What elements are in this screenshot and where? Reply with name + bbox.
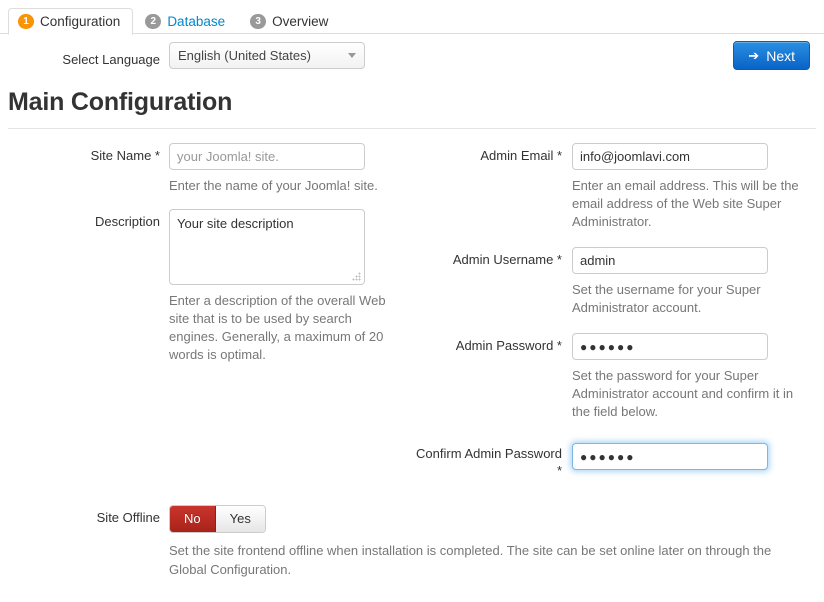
step-number-badge: 3	[250, 14, 267, 29]
title-divider	[8, 128, 816, 129]
description-textarea-wrapper	[169, 209, 365, 285]
field-site-name: Site Name * Enter the name of your Jooml…	[0, 143, 410, 195]
tab-database[interactable]: 2 Database	[135, 8, 238, 35]
confirm-admin-password-label: Confirm Admin Password *	[416, 446, 562, 478]
form-column-left: Site Name * Enter the name of your Jooml…	[0, 143, 410, 368]
description-label: Description	[94, 214, 160, 229]
tab-overview[interactable]: 3 Overview	[240, 8, 341, 35]
site-offline-help: Set the site frontend offline when insta…	[169, 543, 772, 577]
field-admin-username: Admin Username * Set the username for yo…	[410, 247, 824, 317]
installer-step-tabs: 1 Configuration 2 Database 3 Overview	[0, 0, 824, 35]
field-site-offline: Site Offline No Yes Set the site fronten…	[0, 505, 824, 579]
field-admin-password: Admin Password * Set the password for yo…	[410, 333, 824, 421]
site-offline-option-no[interactable]: No	[170, 506, 216, 532]
admin-email-label: Admin Email *	[480, 148, 562, 163]
admin-password-input[interactable]	[572, 333, 768, 360]
language-select[interactable]: English (United States)	[169, 42, 365, 69]
admin-username-input[interactable]	[572, 247, 768, 274]
step-number-badge: 2	[145, 14, 162, 29]
next-button[interactable]: ➔ Next	[733, 41, 810, 70]
site-name-label: Site Name *	[90, 148, 160, 163]
language-select-value: English (United States)	[178, 48, 311, 63]
toolbar: Select Language English (United States) …	[0, 34, 824, 80]
tab-label: Overview	[272, 14, 329, 29]
select-language-label: Select Language	[62, 52, 160, 67]
form-column-right: Admin Email * Enter an email address. Th…	[410, 143, 824, 478]
admin-username-label: Admin Username *	[452, 252, 562, 267]
main-configuration-form: Site Name * Enter the name of your Jooml…	[0, 143, 824, 503]
tab-configuration[interactable]: 1 Configuration	[8, 8, 134, 35]
step-number-badge: 1	[18, 14, 34, 29]
admin-email-input[interactable]	[572, 143, 768, 170]
admin-username-help: Set the username for your Super Administ…	[572, 282, 761, 315]
page-title: Main Configuration	[8, 88, 233, 116]
next-button-label: Next	[766, 47, 795, 64]
field-description: Description Enter a description of the o…	[0, 209, 410, 364]
chevron-down-icon	[348, 53, 356, 58]
admin-password-label: Admin Password *	[455, 338, 562, 353]
confirm-admin-password-input[interactable]	[572, 443, 768, 470]
description-help: Enter a description of the overall Web s…	[169, 293, 386, 362]
tab-label: Database	[167, 14, 226, 29]
site-offline-toggle[interactable]: No Yes	[169, 505, 266, 533]
description-textarea[interactable]	[169, 209, 365, 285]
tab-label: Configuration	[40, 14, 121, 29]
site-name-help: Enter the name of your Joomla! site.	[169, 178, 378, 193]
field-admin-email: Admin Email * Enter an email address. Th…	[410, 143, 824, 231]
arrow-right-icon: ➔	[748, 48, 760, 63]
tab-list: 1 Configuration 2 Database 3 Overview	[8, 0, 824, 35]
admin-email-help: Enter an email address. This will be the…	[572, 178, 799, 229]
site-name-input[interactable]	[169, 143, 365, 170]
admin-password-help: Set the password for your Super Administ…	[572, 368, 794, 419]
field-confirm-admin-password: Confirm Admin Password *	[410, 443, 824, 478]
site-offline-option-yes[interactable]: Yes	[215, 506, 265, 532]
site-offline-label: Site Offline	[96, 510, 160, 525]
